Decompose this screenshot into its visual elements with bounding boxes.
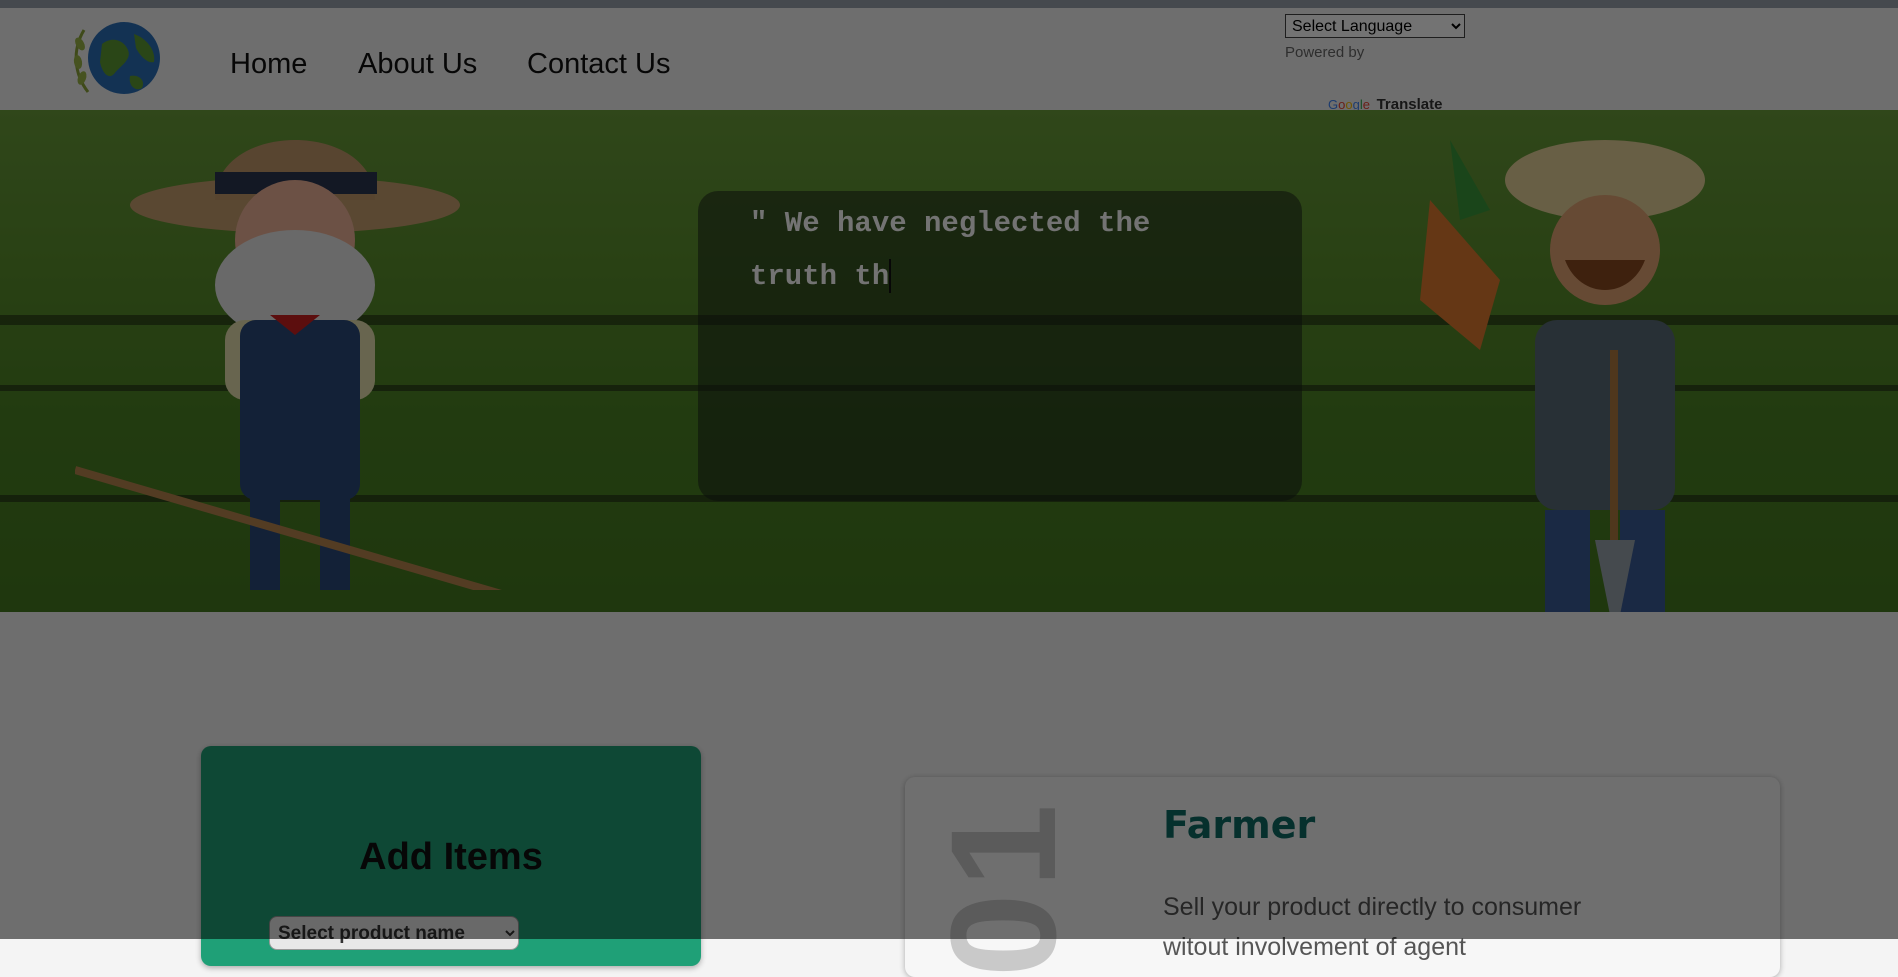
farmer-card-description: Sell your product directly to consumer w… <box>1163 893 1582 961</box>
hero-banner: " We have neglected the truth th <box>0 110 1898 612</box>
top-strip <box>0 0 1898 8</box>
typing-cursor <box>889 259 892 294</box>
farmer-card: 01 Farmer Sell your product directly to … <box>905 777 1780 977</box>
language-select[interactable]: Select Language <box>1285 14 1465 38</box>
nav-about-us[interactable]: About Us <box>358 48 477 81</box>
young-farmer-illustration <box>1420 140 1705 612</box>
google-translate-widget: Select Language Powered by Google Transl… <box>1285 14 1485 113</box>
product-name-select[interactable]: Select product name <box>269 916 519 950</box>
add-items-title: Add Items <box>359 836 543 878</box>
site-header: Home About Us Contact Us Select Language… <box>0 8 1898 113</box>
nav-contact-us[interactable]: Contact Us <box>527 48 670 81</box>
hero-quote: " We have neglected the truth th <box>750 207 1151 294</box>
add-items-card: Add Items Select product name <box>201 746 701 966</box>
globe-logo-icon[interactable] <box>68 14 168 104</box>
quote-box: " We have neglected the truth th <box>698 191 1302 501</box>
old-farmer-illustration <box>75 140 502 590</box>
nav-home[interactable]: Home <box>230 48 307 81</box>
card-number: 01 <box>919 798 1087 977</box>
farmer-card-title: Farmer <box>1163 803 1316 847</box>
powered-by-label: Powered by <box>1285 44 1365 61</box>
